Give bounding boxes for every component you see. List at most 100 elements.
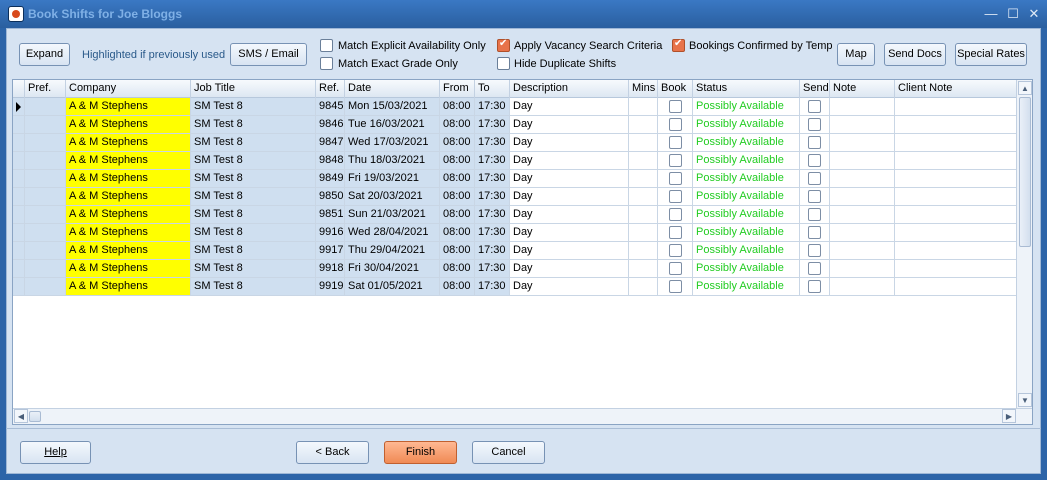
cell-company[interactable]: A & M Stephens — [66, 206, 191, 224]
cell-pref[interactable] — [25, 224, 66, 242]
cell-note[interactable] — [830, 188, 895, 206]
book-checkbox[interactable] — [669, 190, 682, 203]
book-checkbox[interactable] — [669, 136, 682, 149]
cell-date[interactable]: Wed 17/03/2021 — [345, 134, 440, 152]
cell-company[interactable]: A & M Stephens — [66, 260, 191, 278]
cell-mins[interactable] — [629, 116, 658, 134]
header-note[interactable]: Note — [830, 80, 895, 98]
cell-mins[interactable] — [629, 134, 658, 152]
cell-note[interactable] — [830, 206, 895, 224]
cell-note[interactable] — [830, 170, 895, 188]
table-row[interactable]: A & M Stephens SM Test 8 9919 Sat 01/05/202… — [13, 278, 1018, 296]
cell-to[interactable]: 17:30 — [475, 116, 510, 134]
cell-note[interactable] — [830, 116, 895, 134]
cell-from[interactable]: 08:00 — [440, 260, 475, 278]
cell-job-title[interactable]: SM Test 8 — [191, 206, 316, 224]
bookings-confirmed-checkbox[interactable] — [672, 38, 685, 52]
cell-pref[interactable] — [25, 206, 66, 224]
cell-from[interactable]: 08:00 — [440, 134, 475, 152]
cell-job-title[interactable]: SM Test 8 — [191, 224, 316, 242]
cell-client-note[interactable] — [895, 98, 1018, 116]
cell-client-note[interactable] — [895, 134, 1018, 152]
cell-pref[interactable] — [25, 116, 66, 134]
header-send[interactable]: Send — [800, 80, 830, 98]
cell-to[interactable]: 17:30 — [475, 278, 510, 296]
cell-to[interactable]: 17:30 — [475, 134, 510, 152]
cell-description[interactable]: Day — [510, 188, 629, 206]
cell-note[interactable] — [830, 260, 895, 278]
scroll-up-icon[interactable]: ▲ — [1018, 81, 1032, 95]
expand-button[interactable]: Expand — [19, 43, 70, 66]
cell-to[interactable]: 17:30 — [475, 260, 510, 278]
send-checkbox[interactable] — [808, 172, 821, 185]
header-to[interactable]: To — [475, 80, 510, 98]
special-rates-button[interactable]: Special Rates — [955, 43, 1027, 66]
cell-job-title[interactable]: SM Test 8 — [191, 116, 316, 134]
cell-client-note[interactable] — [895, 170, 1018, 188]
apply-vacancy-checkbox[interactable] — [497, 38, 510, 52]
cell-mins[interactable] — [629, 260, 658, 278]
header-book[interactable]: Book — [658, 80, 693, 98]
cell-note[interactable] — [830, 152, 895, 170]
cell-from[interactable]: 08:00 — [440, 188, 475, 206]
send-checkbox[interactable] — [808, 154, 821, 167]
cell-client-note[interactable] — [895, 224, 1018, 242]
cell-from[interactable]: 08:00 — [440, 116, 475, 134]
cell-mins[interactable] — [629, 188, 658, 206]
book-checkbox[interactable] — [669, 226, 682, 239]
cell-date[interactable]: Fri 30/04/2021 — [345, 260, 440, 278]
table-row[interactable]: A & M Stephens SM Test 8 9849 Fri 19/03/202… — [13, 170, 1018, 188]
cell-company[interactable]: A & M Stephens — [66, 242, 191, 260]
cell-to[interactable]: 17:30 — [475, 98, 510, 116]
map-button[interactable]: Map — [837, 43, 875, 66]
cell-mins[interactable] — [629, 170, 658, 188]
cell-client-note[interactable] — [895, 116, 1018, 134]
scroll-right-icon[interactable]: ▶ — [1002, 409, 1016, 423]
cell-job-title[interactable]: SM Test 8 — [191, 152, 316, 170]
header-status[interactable]: Status — [693, 80, 800, 98]
back-button[interactable]: < Back — [296, 441, 369, 464]
cell-mins[interactable] — [629, 278, 658, 296]
cell-ref[interactable]: 9919 — [316, 278, 345, 296]
table-row[interactable]: A & M Stephens SM Test 8 9847 Wed 17/03/202… — [13, 134, 1018, 152]
cell-pref[interactable] — [25, 188, 66, 206]
cell-note[interactable] — [830, 242, 895, 260]
cell-from[interactable]: 08:00 — [440, 206, 475, 224]
sms-email-button[interactable]: SMS / Email — [230, 43, 307, 66]
header-description[interactable]: Description — [510, 80, 629, 98]
table-row[interactable]: A & M Stephens SM Test 8 9916 Wed 28/04/202… — [13, 224, 1018, 242]
cell-date[interactable]: Sun 21/03/2021 — [345, 206, 440, 224]
cell-mins[interactable] — [629, 206, 658, 224]
horizontal-scroll-thumb[interactable] — [29, 411, 41, 422]
cell-date[interactable]: Thu 18/03/2021 — [345, 152, 440, 170]
cell-company[interactable]: A & M Stephens — [66, 188, 191, 206]
row-indicator[interactable] — [13, 152, 25, 170]
cell-company[interactable]: A & M Stephens — [66, 170, 191, 188]
cancel-button[interactable]: Cancel — [472, 441, 545, 464]
shifts-grid[interactable]: Pref. Company Job Title Ref. Date From T… — [12, 79, 1033, 425]
cell-date[interactable]: Thu 29/04/2021 — [345, 242, 440, 260]
send-checkbox[interactable] — [808, 226, 821, 239]
cell-pref[interactable] — [25, 260, 66, 278]
cell-job-title[interactable]: SM Test 8 — [191, 98, 316, 116]
cell-pref[interactable] — [25, 278, 66, 296]
header-job-title[interactable]: Job Title — [191, 80, 316, 98]
cell-job-title[interactable]: SM Test 8 — [191, 242, 316, 260]
book-checkbox[interactable] — [669, 118, 682, 131]
table-row[interactable]: A & M Stephens SM Test 8 9918 Fri 30/04/202… — [13, 260, 1018, 278]
cell-to[interactable]: 17:30 — [475, 242, 510, 260]
cell-from[interactable]: 08:00 — [440, 170, 475, 188]
table-row[interactable]: A & M Stephens SM Test 8 9850 Sat 20/03/202… — [13, 188, 1018, 206]
cell-description[interactable]: Day — [510, 98, 629, 116]
cell-ref[interactable]: 9847 — [316, 134, 345, 152]
header-mins[interactable]: Mins — [629, 80, 658, 98]
cell-date[interactable]: Sat 01/05/2021 — [345, 278, 440, 296]
cell-job-title[interactable]: SM Test 8 — [191, 170, 316, 188]
cell-description[interactable]: Day — [510, 260, 629, 278]
cell-description[interactable]: Day — [510, 170, 629, 188]
row-indicator[interactable] — [13, 278, 25, 296]
cell-company[interactable]: A & M Stephens — [66, 224, 191, 242]
book-checkbox[interactable] — [669, 208, 682, 221]
table-row[interactable]: A & M Stephens SM Test 8 9848 Thu 18/03/202… — [13, 152, 1018, 170]
cell-mins[interactable] — [629, 224, 658, 242]
